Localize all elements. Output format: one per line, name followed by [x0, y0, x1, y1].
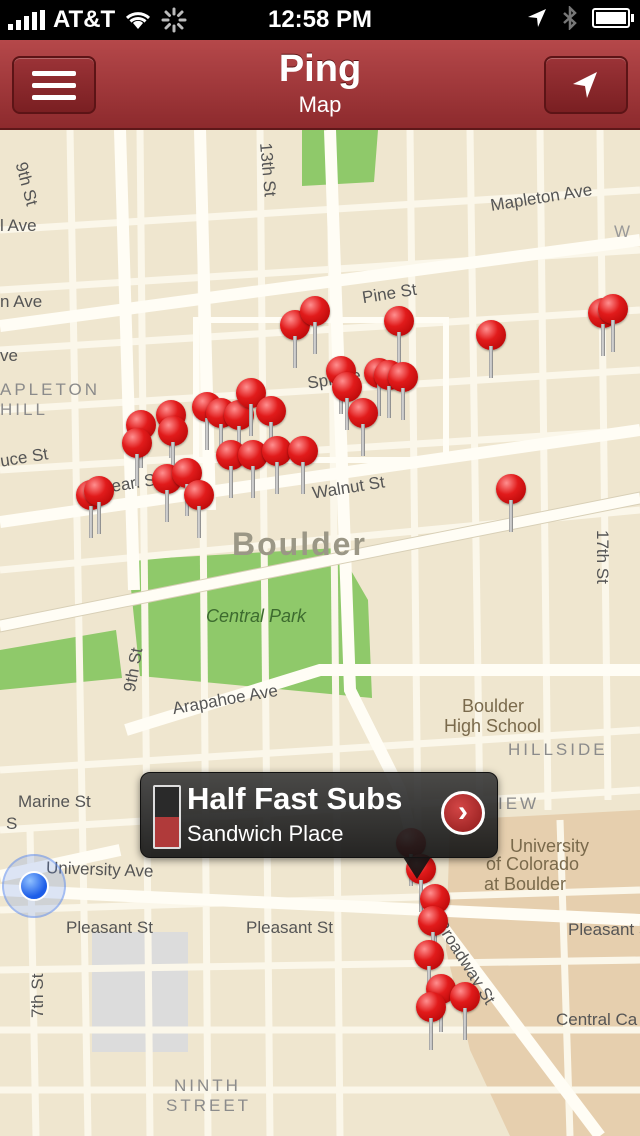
street-label: 7th St [28, 973, 47, 1018]
map-roads [0, 130, 640, 1136]
map-pin[interactable] [122, 428, 152, 488]
map-pin[interactable] [416, 992, 446, 1052]
callout-subtitle: Sandwich Place [187, 821, 344, 846]
area-label: STREET [166, 1096, 252, 1115]
street-label: l Ave [0, 216, 37, 235]
poi-label: of Colorado [486, 854, 580, 874]
locate-me-button[interactable] [544, 56, 628, 114]
street-label: Central Ca [556, 1010, 638, 1029]
nav-bar: Ping Map [0, 40, 640, 130]
street-label: n Ave [0, 292, 43, 311]
area-label: IEW [498, 794, 540, 813]
map-pin[interactable] [184, 480, 214, 540]
street-label: 17th St [593, 530, 612, 584]
map-pin[interactable] [388, 362, 418, 422]
location-services-icon [528, 9, 546, 27]
park-label: Central Park [206, 606, 307, 626]
map-pin[interactable] [300, 296, 330, 356]
poi-label: High School [444, 716, 542, 736]
map-pin[interactable] [84, 476, 114, 536]
map-pin[interactable] [476, 320, 506, 380]
map-pin[interactable] [384, 306, 414, 366]
status-right [526, 6, 634, 30]
street-label: W [614, 222, 633, 241]
area-label: HILL [0, 400, 48, 419]
map-pin[interactable] [348, 398, 378, 458]
street-label: S [6, 814, 18, 833]
callout-title: Half Fast Subs [187, 781, 403, 816]
poi-label: at Boulder [484, 874, 567, 894]
battery-icon [592, 8, 634, 28]
street-label: Pleasant St [568, 920, 640, 939]
status-bar: AT&T 12:58 PM [0, 0, 640, 40]
area-label: HILLSIDE [508, 740, 608, 759]
map-pin[interactable] [598, 294, 628, 354]
street-label: ve [0, 346, 18, 365]
area-label: APLETON [0, 380, 101, 399]
map-pin[interactable] [450, 982, 480, 1042]
bluetooth-icon [563, 6, 577, 30]
poi-label: Boulder [462, 696, 525, 716]
street-label: Pleasant St [66, 918, 153, 937]
map-view[interactable]: 9th St 13th St Mapleton Ave l Ave n Ave … [0, 130, 640, 1136]
street-label: Marine St [18, 792, 91, 811]
pin-callout[interactable]: Half Fast Subs Sandwich Place › [140, 772, 498, 879]
ping-level-gauge [153, 785, 181, 849]
chevron-right-icon[interactable]: › [441, 791, 485, 835]
area-label: Boulder [232, 526, 367, 562]
map-pin[interactable] [288, 436, 318, 496]
area-label: NINTH [174, 1076, 241, 1095]
map-pin[interactable] [496, 474, 526, 534]
location-arrow-icon [573, 72, 597, 98]
location-dot-icon [19, 871, 49, 901]
current-location-indicator [2, 854, 66, 918]
street-label: Pleasant St [246, 918, 333, 937]
